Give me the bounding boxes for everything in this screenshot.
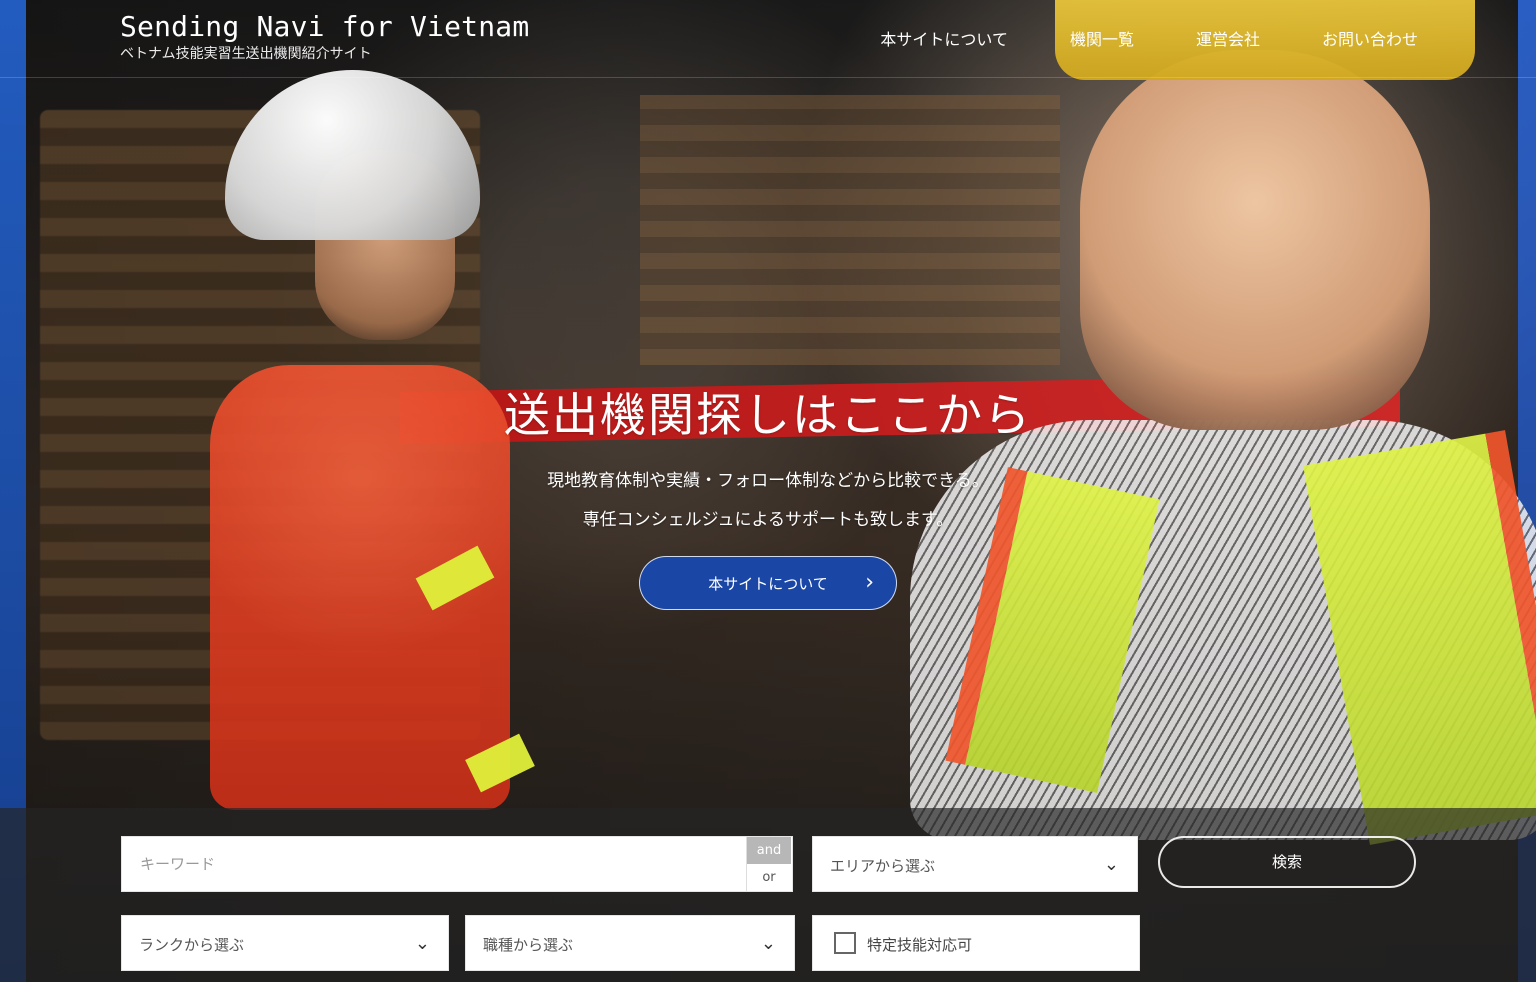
job-select-label: 職種から選ぶ: [483, 936, 574, 954]
specific-skill-label: 特定技能対応可: [867, 936, 973, 954]
hero-description-line-1: 現地教育体制や実績・フォロー体制などから比較できる。: [547, 471, 989, 491]
site-title[interactable]: Sending Navi for Vietnam: [120, 12, 529, 42]
about-site-button-label: 本サイトについて: [708, 574, 828, 593]
brand-block[interactable]: Sending Navi for Vietnam ベトナム技能実習生送出機関紹介…: [120, 12, 529, 63]
or-toggle[interactable]: or: [747, 864, 791, 891]
top-navigation-bar: Sending Navi for Vietnam ベトナム技能実習生送出機関紹介…: [0, 0, 1536, 78]
worker-left-helmet: [225, 70, 480, 240]
hero-content: 送出機関探しはここから 現地教育体制や実績・フォロー体制などから比較できる。 専…: [0, 385, 1536, 610]
nav-about-site[interactable]: 本サイトについて: [880, 26, 1008, 50]
chevron-right-icon: ›: [865, 570, 874, 595]
chevron-down-icon: ⌄: [414, 933, 430, 954]
about-site-button[interactable]: 本サイトについて ›: [639, 556, 897, 610]
rank-select-label: ランクから選ぶ: [139, 936, 245, 954]
main-navigation: 本サイトについて 機関一覧 運営会社 お問い合わせ: [880, 26, 1418, 50]
nav-agency-list[interactable]: 機関一覧: [1070, 26, 1134, 50]
keyword-input[interactable]: [122, 837, 749, 891]
checkbox-icon[interactable]: [834, 932, 856, 954]
rank-select[interactable]: ランクから選ぶ ⌄: [121, 915, 449, 971]
specific-skill-checkbox-field[interactable]: 特定技能対応可: [812, 915, 1140, 971]
search-button[interactable]: 検索: [1158, 836, 1416, 888]
keyword-search-field[interactable]: and or: [121, 836, 793, 892]
site-subtitle: ベトナム技能実習生送出機関紹介サイト: [120, 46, 372, 62]
area-select[interactable]: エリアから選ぶ ⌄: [812, 836, 1138, 892]
and-toggle[interactable]: and: [747, 837, 791, 864]
background-boxes-right: [640, 95, 1060, 365]
chevron-down-icon: ⌄: [1103, 854, 1119, 875]
chevron-down-icon: ⌄: [760, 933, 776, 954]
hero-title: 送出機関探しはここから: [504, 388, 1032, 442]
job-select[interactable]: 職種から選ぶ ⌄: [465, 915, 795, 971]
and-or-toggle[interactable]: and or: [746, 837, 792, 891]
search-panel: and or エリアから選ぶ ⌄ 検索 ランクから選ぶ ⌄ 職種から選ぶ ⌄ 特…: [0, 808, 1536, 982]
hero-section: Sending Navi for Vietnam ベトナム技能実習生送出機関紹介…: [0, 0, 1536, 982]
area-select-label: エリアから選ぶ: [830, 857, 936, 875]
hero-description-line-2: 専任コンシェルジュによるサポートも致します。: [582, 510, 954, 530]
nav-contact[interactable]: お問い合わせ: [1322, 26, 1418, 50]
nav-operating-company[interactable]: 運営会社: [1196, 26, 1260, 50]
worker-right-face: [1080, 50, 1430, 430]
